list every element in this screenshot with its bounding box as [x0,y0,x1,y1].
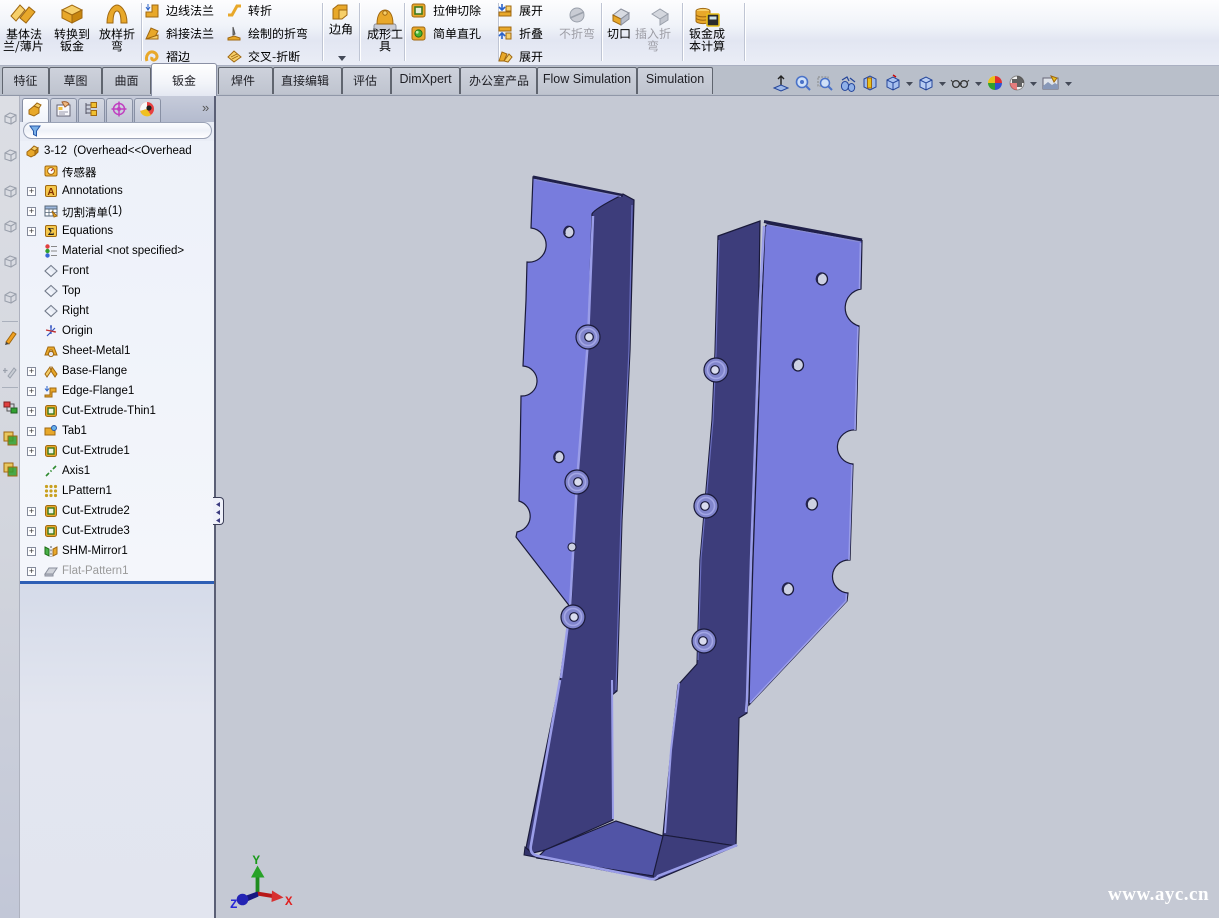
svg-text:X: X [285,895,293,909]
svg-text:Σ: Σ [48,227,55,238]
svg-text:A: A [47,187,54,198]
svg-text:Y: Y [253,854,261,868]
svg-text:Z: Z [230,898,238,912]
